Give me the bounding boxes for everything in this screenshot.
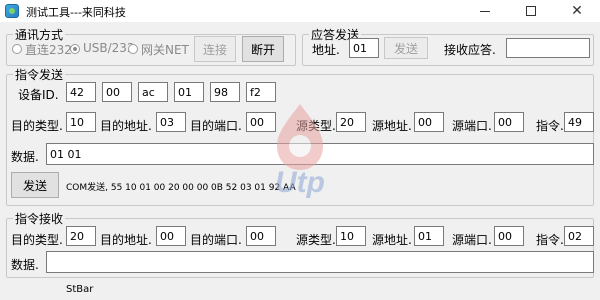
- recv-cmd-label: 指令.: [536, 233, 564, 247]
- device-id-input-1[interactable]: [66, 82, 96, 102]
- send-dest-addr-label: 目的地址.: [100, 119, 152, 133]
- reply-address-input[interactable]: [349, 38, 379, 58]
- send-src-addr-input[interactable]: [414, 112, 444, 132]
- device-id-input-5[interactable]: [210, 82, 240, 102]
- maximize-button[interactable]: [508, 0, 554, 22]
- recv-dest-addr-label: 目的地址.: [100, 233, 152, 247]
- device-id-input-3[interactable]: [138, 82, 168, 102]
- recv-src-type-input[interactable]: [336, 226, 366, 246]
- radio-direct-232[interactable]: [12, 44, 22, 54]
- device-id-input-6[interactable]: [246, 82, 276, 102]
- window-title: 测试工具---来同科技: [26, 6, 126, 19]
- recv-src-port-input[interactable]: [494, 226, 524, 246]
- send-cmd-input[interactable]: [564, 112, 594, 132]
- recv-dest-port-label: 目的端口.: [190, 233, 242, 247]
- recv-src-port-label: 源端口.: [452, 233, 492, 247]
- device-id-input-4[interactable]: [174, 82, 204, 102]
- command-send-legend: 指令发送: [13, 66, 66, 83]
- send-src-port-label: 源端口.: [452, 119, 492, 133]
- command-send-button[interactable]: 发送: [11, 172, 59, 198]
- app-icon: [5, 4, 19, 18]
- close-icon: ✕: [571, 3, 583, 19]
- recv-reply-input[interactable]: [506, 38, 590, 58]
- send-cmd-label: 指令.: [536, 119, 564, 133]
- recv-cmd-input[interactable]: [564, 226, 594, 246]
- recv-dest-addr-input[interactable]: [156, 226, 186, 246]
- send-data-label: 数据.: [11, 150, 39, 164]
- radio-usb-232[interactable]: [70, 44, 80, 54]
- disconnect-button[interactable]: 断开: [242, 36, 284, 62]
- recv-src-addr-label: 源地址.: [372, 233, 412, 247]
- close-button[interactable]: ✕: [554, 0, 600, 22]
- send-dest-type-input[interactable]: [66, 112, 96, 132]
- send-src-port-input[interactable]: [494, 112, 524, 132]
- send-dest-addr-input[interactable]: [156, 112, 186, 132]
- recv-data-label: 数据.: [11, 258, 39, 272]
- recv-data-input[interactable]: [46, 251, 594, 273]
- send-dest-type-label: 目的类型.: [11, 119, 63, 133]
- device-id-label: 设备ID.: [18, 88, 59, 102]
- utp-watermark: Utp: [275, 104, 325, 199]
- radio-direct-232-label: 直连232: [25, 43, 72, 57]
- send-src-addr-label: 源地址.: [372, 119, 412, 133]
- recv-reply-label: 接收应答.: [444, 43, 496, 57]
- recv-src-type-label: 源类型.: [296, 233, 336, 247]
- device-id-input-2[interactable]: [102, 82, 132, 102]
- reply-address-label: 地址.: [312, 43, 340, 57]
- maximize-icon: [526, 6, 536, 16]
- minimize-icon: [480, 10, 490, 12]
- radio-gateway-net[interactable]: [128, 44, 138, 54]
- radio-gateway-net-label: 网关NET: [141, 43, 189, 57]
- connect-button[interactable]: 连接: [194, 36, 236, 62]
- reply-send-button[interactable]: 发送: [384, 37, 428, 59]
- status-bar-text: StBar: [66, 284, 94, 295]
- recv-dest-type-input[interactable]: [66, 226, 96, 246]
- send-dest-port-label: 目的端口.: [190, 119, 242, 133]
- recv-dest-port-input[interactable]: [246, 226, 276, 246]
- command-recv-legend: 指令接收: [13, 210, 66, 227]
- watermark-text: Utp: [275, 166, 325, 199]
- recv-dest-type-label: 目的类型.: [11, 233, 63, 247]
- recv-src-addr-input[interactable]: [414, 226, 444, 246]
- minimize-button[interactable]: [462, 0, 508, 22]
- radio-usb-232-label: USB/232: [83, 41, 135, 55]
